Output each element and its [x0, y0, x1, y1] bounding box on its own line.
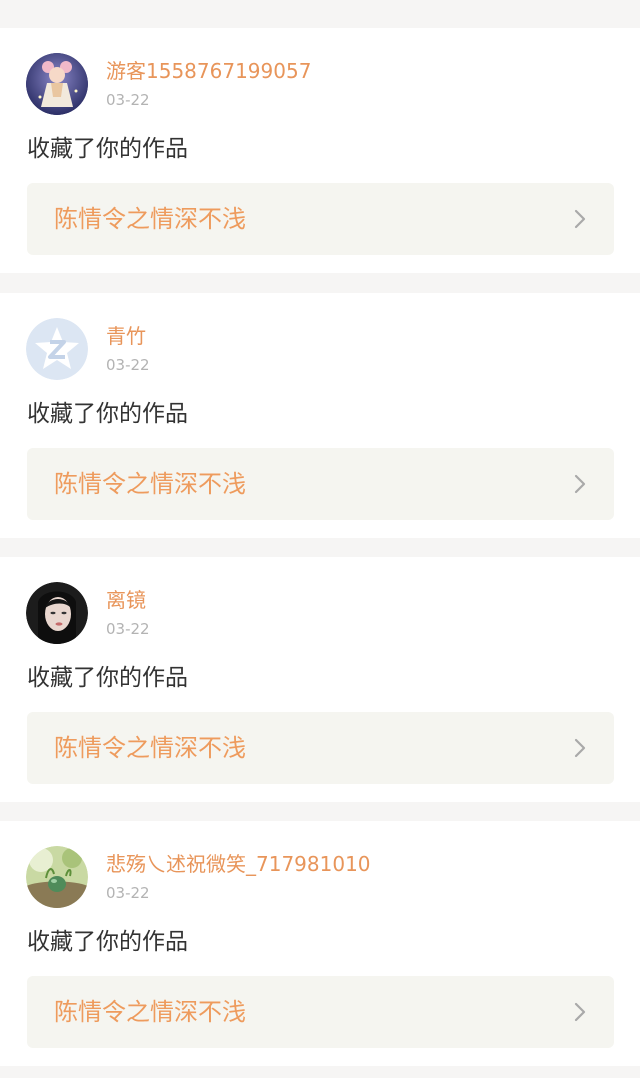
- username[interactable]: 青竹: [106, 323, 146, 349]
- work-title: 陈情令之情深不浅: [54, 470, 246, 498]
- work-link[interactable]: 陈情令之情深不浅: [27, 448, 614, 520]
- action-text: 收藏了你的作品: [27, 929, 188, 955]
- timestamp: 03-22: [106, 91, 150, 109]
- timestamp: 03-22: [106, 884, 150, 902]
- action-text: 收藏了你的作品: [27, 401, 188, 427]
- work-title: 陈情令之情深不浅: [54, 998, 246, 1026]
- timestamp: 03-22: [106, 356, 150, 374]
- timestamp: 03-22: [106, 620, 150, 638]
- avatar[interactable]: [26, 582, 88, 644]
- work-link[interactable]: 陈情令之情深不浅: [27, 183, 614, 255]
- chevron-right-icon: [574, 209, 586, 229]
- nature-photo-avatar-icon: [26, 846, 88, 908]
- default-z-avatar-icon: [26, 318, 88, 380]
- anime-girl-avatar-icon: [26, 53, 88, 115]
- username[interactable]: 游客1558767199057: [106, 58, 311, 84]
- notification-feed: 游客1558767199057 03-22 收藏了你的作品 陈情令之情深不浅 青…: [0, 0, 640, 1078]
- chevron-right-icon: [574, 738, 586, 758]
- avatar[interactable]: [26, 846, 88, 908]
- work-title: 陈情令之情深不浅: [54, 205, 246, 233]
- work-link[interactable]: 陈情令之情深不浅: [27, 976, 614, 1048]
- work-link[interactable]: 陈情令之情深不浅: [27, 712, 614, 784]
- username[interactable]: 离镜: [106, 587, 146, 613]
- work-title: 陈情令之情深不浅: [54, 734, 246, 762]
- chevron-right-icon: [574, 1002, 586, 1022]
- username[interactable]: 悲殇乀述祝微笑_717981010: [106, 851, 371, 877]
- avatar[interactable]: [26, 318, 88, 380]
- avatar[interactable]: [26, 53, 88, 115]
- notification-card: 青竹 03-22 收藏了你的作品 陈情令之情深不浅: [0, 293, 640, 538]
- chevron-right-icon: [574, 474, 586, 494]
- notification-card: 游客1558767199057 03-22 收藏了你的作品 陈情令之情深不浅: [0, 28, 640, 273]
- portrait-photo-avatar-icon: [26, 582, 88, 644]
- action-text: 收藏了你的作品: [27, 136, 188, 162]
- notification-card: 离镜 03-22 收藏了你的作品 陈情令之情深不浅: [0, 557, 640, 802]
- action-text: 收藏了你的作品: [27, 665, 188, 691]
- notification-card: 悲殇乀述祝微笑_717981010 03-22 收藏了你的作品 陈情令之情深不浅: [0, 821, 640, 1066]
